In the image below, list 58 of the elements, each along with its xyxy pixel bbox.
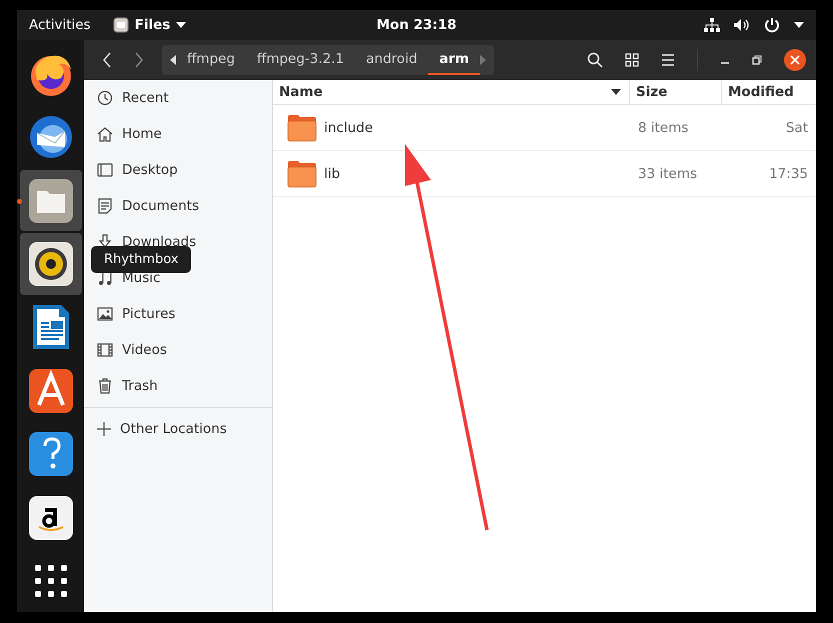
- dock-item[interactable]: [20, 233, 82, 295]
- activities-button[interactable]: Activities: [29, 17, 91, 33]
- pictures-icon: [97, 306, 113, 322]
- music-icon: [97, 270, 113, 286]
- close-icon[interactable]: [784, 49, 806, 71]
- path-button[interactable]: ffmpeg-3.2.1: [246, 45, 356, 75]
- file-modified: Sat: [784, 118, 809, 138]
- tooltip: Rhythmbox: [91, 246, 192, 273]
- desktop-icon: [97, 162, 113, 178]
- help-icon[interactable]: [26, 430, 74, 478]
- path-button[interactable]: android: [355, 45, 428, 75]
- file-modified: 17:35: [768, 164, 809, 184]
- dock-item[interactable]: [20, 170, 82, 232]
- app-menu[interactable]: Files: [112, 17, 186, 33]
- volume-icon[interactable]: [734, 18, 750, 32]
- column-header[interactable]: Size: [630, 80, 722, 104]
- file-name: include: [324, 120, 373, 136]
- folder-icon: [112, 17, 129, 33]
- clock[interactable]: Mon 23:18: [376, 17, 456, 33]
- videos-icon: [97, 342, 113, 358]
- documents-icon: [97, 198, 113, 214]
- file-row[interactable]: include 8 items Sat: [273, 105, 816, 151]
- file-size: 33 items: [637, 164, 698, 184]
- search-icon[interactable]: [587, 52, 603, 68]
- menu-icon[interactable]: [661, 54, 675, 66]
- software-center-icon[interactable]: [26, 366, 74, 415]
- plus-icon: [97, 422, 111, 436]
- sidebar-item[interactable]: Other Locations: [84, 411, 272, 447]
- file-name: lib: [324, 166, 340, 182]
- column-header[interactable]: Modified: [722, 80, 816, 104]
- caret-icon[interactable]: [794, 22, 804, 28]
- scroll-left-icon[interactable]: [170, 55, 176, 65]
- scroll-right-icon[interactable]: [480, 55, 486, 65]
- running-indicator: [16, 198, 22, 204]
- file-size: 8 items: [637, 118, 690, 138]
- sidebar-item[interactable]: Videos: [84, 332, 272, 368]
- sidebar-item[interactable]: Home: [84, 116, 272, 152]
- restore-icon[interactable]: [752, 55, 762, 65]
- caret-icon: [176, 22, 186, 28]
- column-header[interactable]: Name: [273, 80, 630, 104]
- sidebar-item[interactable]: Documents: [84, 188, 272, 224]
- sidebar-item[interactable]: Desktop: [84, 152, 272, 188]
- back-icon[interactable]: [102, 52, 112, 68]
- speaker-icon[interactable]: [26, 240, 74, 288]
- sidebar-item[interactable]: Recent: [84, 80, 272, 116]
- trash-icon: [97, 378, 113, 394]
- power-icon[interactable]: [764, 17, 780, 33]
- shopping-icon[interactable]: [26, 494, 74, 542]
- sidebar-item[interactable]: Pictures: [84, 296, 272, 332]
- sidebar-item[interactable]: Trash: [84, 368, 272, 404]
- path-button[interactable]: ffmpeg: [176, 45, 246, 75]
- network-icon[interactable]: [704, 18, 720, 32]
- recent-icon: [97, 90, 113, 106]
- grid-view-icon[interactable]: [625, 53, 639, 67]
- app-grid-icon[interactable]: [34, 564, 68, 598]
- folder-icon[interactable]: [26, 176, 74, 225]
- forward-icon[interactable]: [134, 52, 144, 68]
- home-icon: [97, 126, 113, 142]
